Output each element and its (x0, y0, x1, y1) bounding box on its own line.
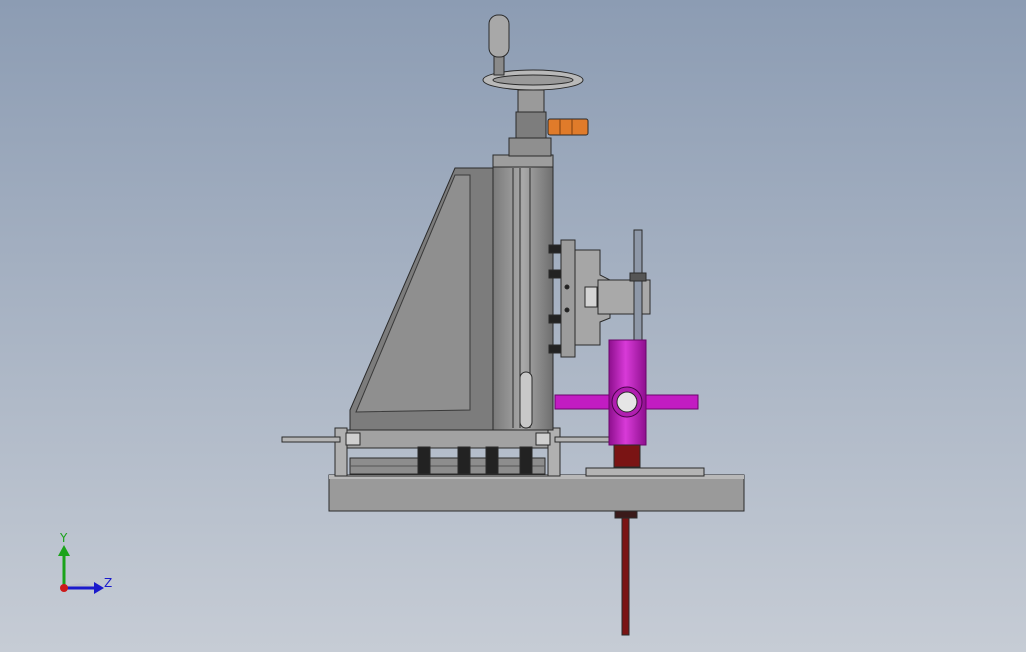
bearing-block-2[interactable] (457, 446, 471, 475)
magenta-ring-hole (616, 391, 638, 413)
column-top-block[interactable] (508, 137, 552, 157)
carriage-plate[interactable] (560, 239, 576, 358)
column-cap[interactable] (492, 154, 554, 168)
bearing-block-3[interactable] (485, 446, 499, 475)
fixture-pedestal[interactable] (613, 444, 641, 468)
adjust-screw-right[interactable] (554, 436, 614, 443)
screw-nut-right[interactable] (535, 432, 551, 446)
side-post-left[interactable] (334, 427, 348, 477)
carriage-pad-1[interactable] (548, 244, 562, 254)
handwheel-handle-stem[interactable] (493, 54, 505, 76)
bearing-block-1[interactable] (417, 446, 431, 475)
screw-nut-left[interactable] (345, 432, 361, 446)
cad-graphics-viewport[interactable]: Y Z (0, 0, 1026, 652)
fixture-plate[interactable] (585, 467, 705, 477)
slide-rail-top[interactable] (337, 429, 559, 449)
carriage-pad-2[interactable] (548, 269, 562, 279)
axis-origin (60, 584, 68, 592)
adjust-screw-left[interactable] (281, 436, 341, 443)
probe-rod-nut[interactable] (629, 272, 647, 282)
bracket-pin-1 (564, 284, 570, 290)
handwheel-hub[interactable] (517, 89, 545, 113)
maroon-rod[interactable] (621, 514, 630, 636)
carriage-pad-4[interactable] (548, 344, 562, 354)
orange-lock-knob[interactable] (547, 118, 589, 136)
handwheel-rim-inner (492, 74, 574, 86)
base-plate[interactable] (328, 474, 745, 512)
model-view[interactable] (0, 0, 1026, 652)
z-axis-label: Z (104, 576, 113, 590)
lead-screw-housing[interactable] (515, 111, 547, 139)
y-axis-label: Y (60, 531, 68, 545)
bearing-block-4[interactable] (519, 446, 533, 475)
handwheel-handle-grip[interactable] (488, 14, 510, 58)
bracket-pin-2 (564, 307, 570, 313)
clamp-window (584, 286, 598, 308)
column-knob[interactable] (519, 371, 533, 429)
carriage-pad-3[interactable] (548, 314, 562, 324)
